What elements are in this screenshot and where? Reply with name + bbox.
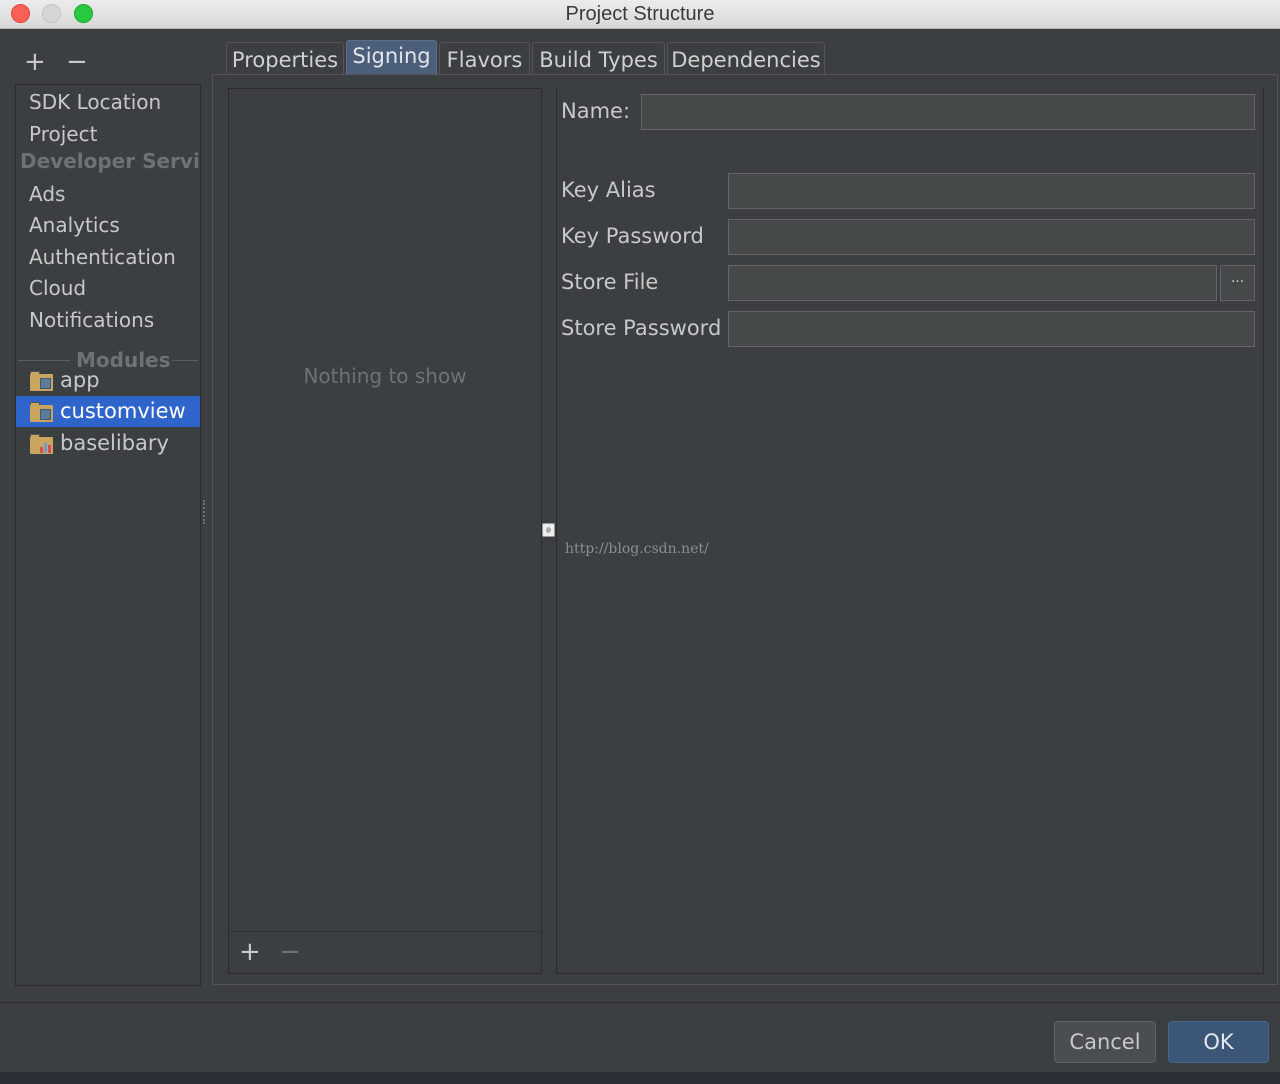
module-label: app (60, 368, 100, 392)
tab-flavors[interactable]: Flavors (439, 42, 530, 74)
signing-list-toolbar: + − (229, 931, 541, 973)
sidebar-item-notifications[interactable]: Notifications (16, 305, 200, 336)
sidebar-item-sdk-location[interactable]: SDK Location (16, 87, 200, 118)
tab-properties[interactable]: Properties (226, 42, 344, 74)
add-icon[interactable]: + (239, 938, 261, 966)
ok-button[interactable]: OK (1168, 1021, 1269, 1063)
name-field[interactable] (641, 94, 1255, 130)
store-password-label: Store Password (561, 316, 722, 340)
cancel-button[interactable]: Cancel (1054, 1021, 1156, 1063)
store-file-label: Store File (561, 270, 659, 294)
signing-configs-list[interactable]: Nothing to show + − (228, 88, 542, 974)
android-library-module-icon (30, 434, 53, 454)
sidebar-splitter-handle[interactable] (203, 500, 208, 524)
name-label: Name: (561, 99, 631, 123)
remove-icon[interactable]: − (279, 938, 301, 966)
module-label: baselibary (60, 431, 169, 455)
sidebar-section-developer-services: Developer Servic (20, 149, 200, 173)
tab-dependencies[interactable]: Dependencies (667, 42, 825, 74)
sidebar-item-project[interactable]: Project (16, 119, 200, 150)
tab-bar: Properties Signing Flavors Build Types D… (212, 40, 1278, 74)
store-password-field[interactable] (728, 311, 1255, 347)
module-label: customview (60, 399, 186, 423)
title-bar: Project Structure (0, 0, 1280, 29)
background-window-strip (0, 1072, 1280, 1084)
android-app-module-icon (30, 402, 53, 422)
module-item-baselibary[interactable]: baselibary (16, 428, 200, 459)
sidebar: SDK Location Project Developer Servic Ad… (15, 84, 201, 986)
sidebar-item-cloud[interactable]: Cloud (16, 273, 200, 304)
remove-icon[interactable]: − (66, 48, 88, 76)
sidebar-item-ads[interactable]: Ads (16, 179, 200, 210)
sidebar-item-analytics[interactable]: Analytics (16, 210, 200, 241)
android-app-module-icon (30, 371, 53, 391)
module-item-customview[interactable]: customview (16, 396, 200, 427)
key-alias-label: Key Alias (561, 178, 656, 202)
store-file-field[interactable] (728, 265, 1217, 301)
key-alias-field[interactable] (728, 173, 1255, 209)
footer-divider (0, 1002, 1280, 1003)
list-form-splitter-handle[interactable] (542, 523, 555, 537)
key-password-label: Key Password (561, 224, 704, 248)
tab-signing[interactable]: Signing (346, 40, 437, 74)
browse-store-file-button[interactable]: ··· (1220, 265, 1255, 301)
sidebar-item-authentication[interactable]: Authentication (16, 242, 200, 273)
watermark-text: http://blog.csdn.net/ (565, 541, 709, 557)
empty-list-message: Nothing to show (303, 364, 467, 388)
module-item-app[interactable]: app (16, 365, 200, 396)
key-password-field[interactable] (728, 219, 1255, 255)
tab-build-types[interactable]: Build Types (532, 42, 665, 74)
window-title: Project Structure (565, 3, 715, 25)
add-icon[interactable]: + (24, 48, 46, 76)
